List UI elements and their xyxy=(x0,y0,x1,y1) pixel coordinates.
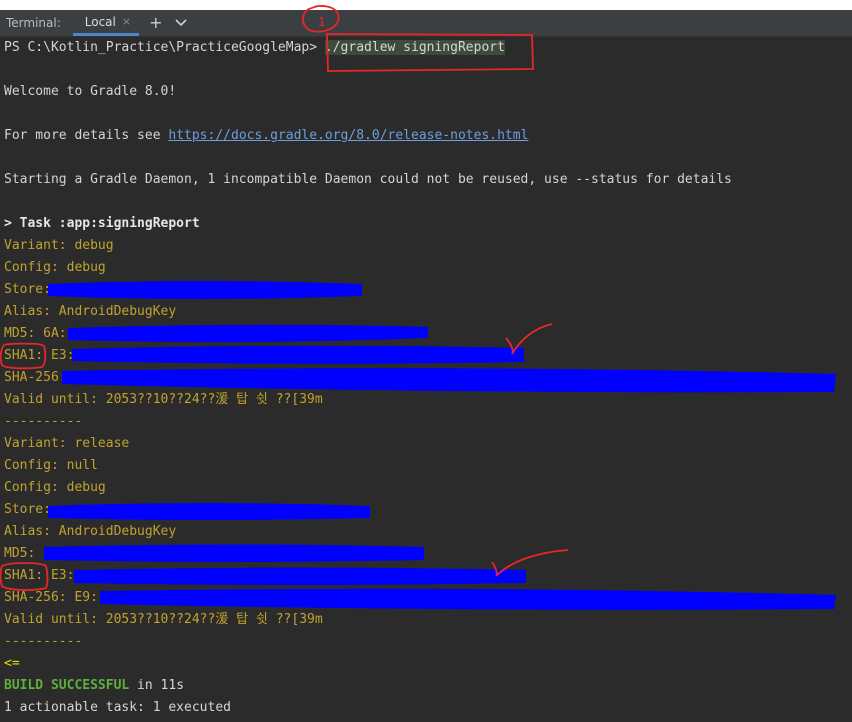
release-config-null-line: Config: null xyxy=(4,458,98,473)
release-store-line: Store: xyxy=(4,502,59,517)
debug-variant-line: Variant: debug xyxy=(4,238,114,253)
separator-line-2: ---------- xyxy=(4,634,83,649)
command-text: ./gradlew signingReport xyxy=(324,40,505,55)
details-prefix: For more details see xyxy=(4,128,169,143)
debug-sha256-line: SHA-256: xyxy=(4,370,67,385)
build-status-line: BUILD SUCCESSFUL in 11s xyxy=(4,675,184,697)
arrow-line: <= xyxy=(4,656,20,671)
release-notes-link[interactable]: https://docs.gradle.org/8.0/release-note… xyxy=(168,128,528,143)
release-sha256-line: SHA-256: E9: xyxy=(4,590,98,605)
prompt-text: PS C:\Kotlin_Practice\PracticeGoogleMap> xyxy=(4,40,325,55)
release-alias-line: Alias: AndroidDebugKey xyxy=(4,524,177,539)
build-status: BUILD SUCCESSFUL xyxy=(4,678,130,693)
terminal-output[interactable]: PS C:\Kotlin_Practice\PracticeGoogleMap>… xyxy=(0,37,852,722)
close-icon[interactable]: × xyxy=(122,15,131,28)
command-line: PS C:\Kotlin_Practice\PracticeGoogleMap>… xyxy=(4,37,505,59)
terminal-label: Terminal: xyxy=(6,16,61,30)
welcome-line: Welcome to Gradle 8.0! xyxy=(4,84,177,99)
daemon-line: Starting a Gradle Daemon, 1 incompatible… xyxy=(4,172,732,187)
separator-line: ---------- xyxy=(4,414,83,429)
debug-sha1-line: SHA1: E3: xyxy=(4,348,75,363)
debug-md5-line: MD5: 6A: xyxy=(4,326,67,341)
debug-config-line: Config: debug xyxy=(4,260,106,275)
release-valid-line: Valid until: 2053??10??24??湲 탑 쉿 ??[39m xyxy=(4,612,323,627)
details-line: For more details see https://docs.gradle… xyxy=(4,125,528,147)
tab-local[interactable]: Local × xyxy=(72,10,140,36)
debug-valid-line: Valid until: 2053??10??24??湲 탑 쉿 ??[39m xyxy=(4,392,323,407)
release-md5-line: MD5: xyxy=(4,546,44,561)
debug-store-line: Store: xyxy=(4,282,59,297)
add-tab-button[interactable]: + xyxy=(149,15,162,31)
chevron-down-icon[interactable] xyxy=(174,17,187,30)
release-sha1-line: SHA1: E3: xyxy=(4,568,75,583)
ide-terminal-window: Terminal: Local × + PS C:\Kotlin_Practic… xyxy=(0,0,852,722)
task-line: > Task :app:signingReport xyxy=(4,216,200,231)
terminal-tab-bar: Terminal: Local × + xyxy=(0,10,852,37)
build-time: in 11s xyxy=(129,678,185,693)
release-variant-line: Variant: release xyxy=(4,436,130,451)
debug-alias-line: Alias: AndroidDebugKey xyxy=(4,304,177,319)
release-config-line: Config: debug xyxy=(4,480,106,495)
tab-local-label: Local xyxy=(84,14,116,29)
tasks-summary-line: 1 actionable task: 1 executed xyxy=(4,700,231,715)
